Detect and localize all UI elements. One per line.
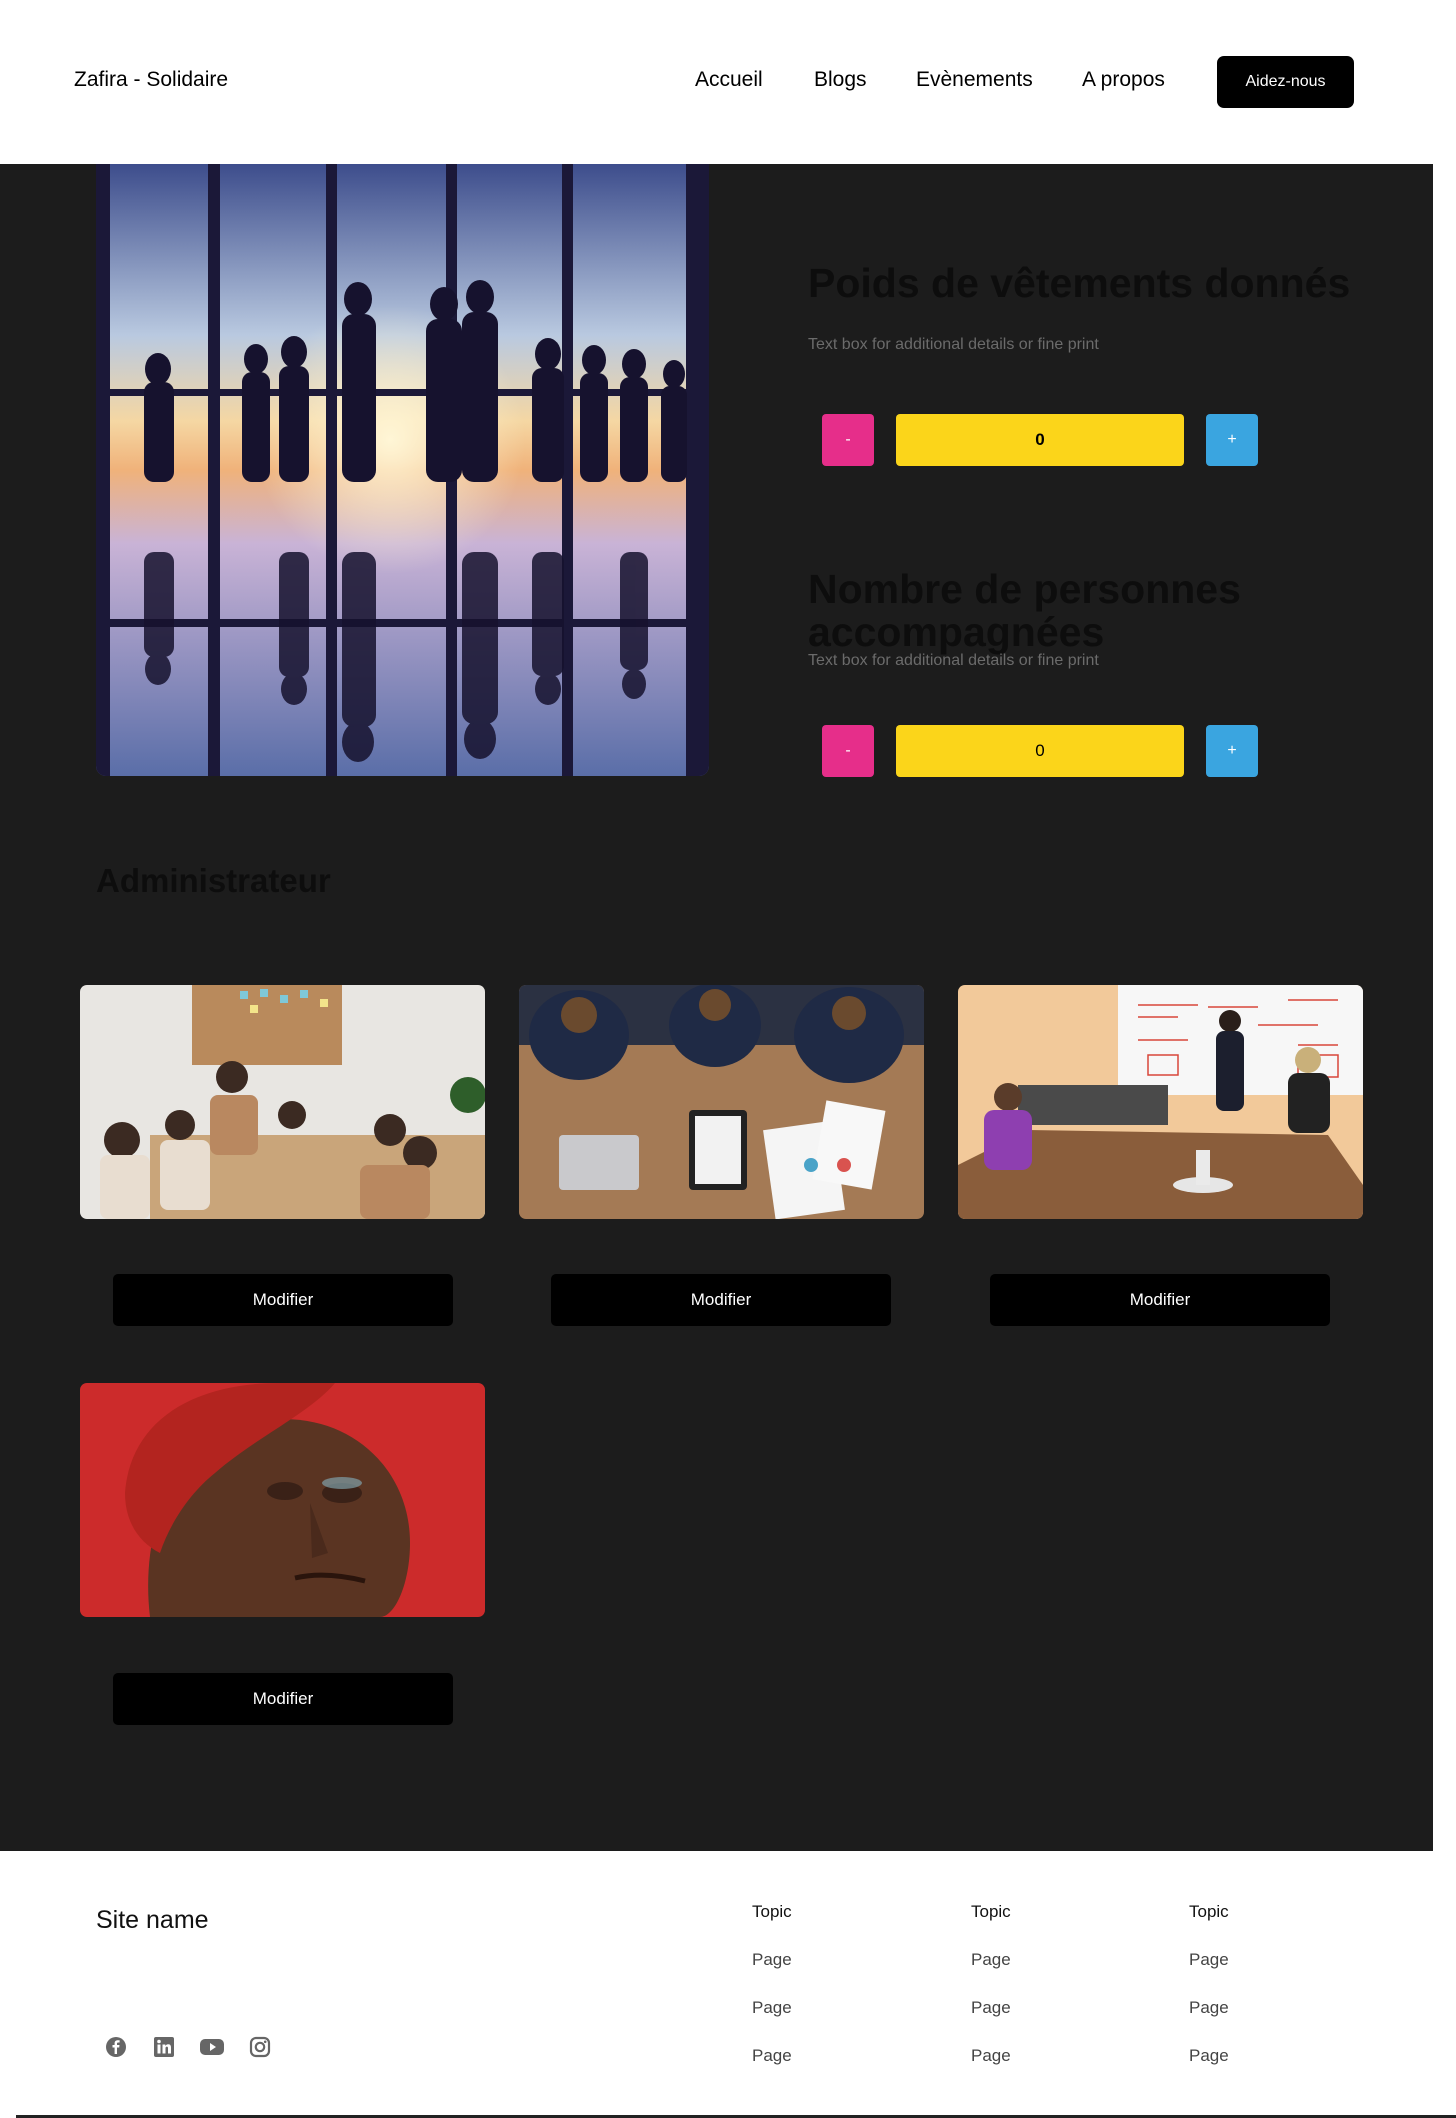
footer-topic-heading: Topic (752, 1902, 792, 1921)
footer-page-link[interactable]: Page (971, 2046, 1011, 2066)
modifier-button[interactable]: Modifier (551, 1274, 891, 1326)
hero-image-office-silhouettes (96, 164, 709, 776)
footer-page-link[interactable]: Page (1189, 1998, 1229, 2018)
footer-page-link[interactable]: Page (752, 1998, 792, 2018)
footer-page-link[interactable]: Page (971, 1950, 1011, 1970)
linkedin-icon[interactable] (151, 2034, 177, 2060)
admin-card-image-portrait (80, 1383, 485, 1617)
stat-fineprint-personnes: Text box for additional details or fine … (808, 652, 1099, 669)
footer-topic-heading: Topic (971, 1902, 1011, 1921)
counter-poids-value: 0 (896, 414, 1184, 466)
decrement-poids-button[interactable]: - (822, 414, 874, 466)
admin-section-title: Administrateur (96, 862, 331, 899)
modifier-button[interactable]: Modifier (113, 1673, 453, 1725)
instagram-icon[interactable] (247, 2034, 273, 2060)
footer-site-name: Site name (96, 1906, 209, 1934)
increment-personnes-button[interactable]: + (1206, 725, 1258, 777)
increment-poids-button[interactable]: + (1206, 414, 1258, 466)
footer-page-link[interactable]: Page (752, 1950, 792, 1970)
footer-topic-heading: Topic (1189, 1902, 1229, 1921)
brand-logo-text[interactable]: Zafira - Solidaire (74, 68, 228, 92)
footer-page-link[interactable]: Page (1189, 2046, 1229, 2066)
footer-page-link[interactable]: Page (1189, 1950, 1229, 1970)
site-footer (16, 1851, 1456, 2118)
stat-title-poids: Poids de vêtements donnés (808, 260, 1351, 306)
aidez-nous-button[interactable]: Aidez-nous (1217, 56, 1354, 108)
nav-item-accueil[interactable]: Accueil (695, 68, 763, 92)
footer-page-link[interactable]: Page (752, 2046, 792, 2066)
stat-title-personnes: Nombre de personnes accompagnées (808, 566, 1241, 656)
nav-item-evenements[interactable]: Evènements (916, 68, 1033, 92)
facebook-icon[interactable] (103, 2034, 129, 2060)
counter-personnes-value: 0 (896, 725, 1184, 777)
nav-item-a-propos[interactable]: A propos (1082, 68, 1165, 92)
stat-fineprint-poids: Text box for additional details or fine … (808, 336, 1099, 353)
admin-card-image-business-desk (519, 985, 924, 1219)
page-gutter (1433, 0, 1456, 2118)
youtube-icon[interactable] (199, 2034, 225, 2060)
decrement-personnes-button[interactable]: - (822, 725, 874, 777)
modifier-button[interactable]: Modifier (990, 1274, 1330, 1326)
admin-card-image-whiteboard-meeting (958, 985, 1363, 1219)
nav-item-blogs[interactable]: Blogs (814, 68, 867, 92)
modifier-button[interactable]: Modifier (113, 1274, 453, 1326)
footer-page-link[interactable]: Page (971, 1998, 1011, 2018)
admin-card-image-team-meeting (80, 985, 485, 1219)
